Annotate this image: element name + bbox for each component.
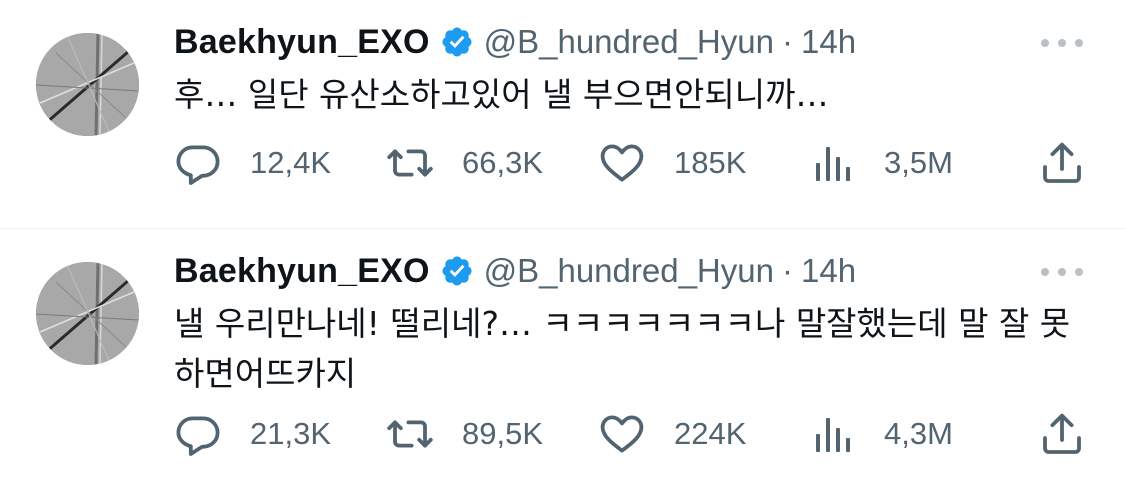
display-name[interactable]: Baekhyun_EXO xyxy=(174,252,430,291)
tweet[interactable]: Baekhyun_EXO @B_hundred_Hyun · 14h 후… 일단… xyxy=(0,0,1125,229)
tweet-header: Baekhyun_EXO @B_hundred_Hyun · 14h xyxy=(174,249,856,293)
display-name[interactable]: Baekhyun_EXO xyxy=(174,23,430,62)
reply-button[interactable]: 21,3K xyxy=(174,409,331,459)
share-upload-icon xyxy=(1038,410,1086,458)
retweet-count: 66,3K xyxy=(462,145,544,180)
user-handle[interactable]: @B_hundred_Hyun xyxy=(484,252,774,290)
reply-bubble-icon xyxy=(174,139,222,187)
avatar[interactable] xyxy=(36,33,139,136)
share-button[interactable] xyxy=(1038,409,1086,459)
verified-badge-icon xyxy=(440,254,474,288)
reply-button[interactable]: 12,4K xyxy=(174,138,331,188)
more-horizontal-icon[interactable] xyxy=(1041,267,1083,277)
heart-icon xyxy=(598,410,646,458)
view-count: 4,3M xyxy=(884,416,953,451)
action-bar: 21,3K 89,5K 224K 4,3M xyxy=(174,409,1084,459)
tweet[interactable]: Baekhyun_EXO @B_hundred_Hyun · 14h 낼 우리만… xyxy=(0,229,1125,501)
reply-count: 21,3K xyxy=(250,416,332,451)
retweet-icon xyxy=(386,139,434,187)
verified-badge-icon xyxy=(440,25,474,59)
user-handle[interactable]: @B_hundred_Hyun xyxy=(484,23,774,61)
timestamp[interactable]: 14h xyxy=(801,23,856,61)
heart-icon xyxy=(598,139,646,187)
views-button[interactable]: 3,5M xyxy=(810,138,953,188)
like-count: 224K xyxy=(674,416,747,451)
share-button[interactable] xyxy=(1038,138,1086,188)
retweet-button[interactable]: 89,5K xyxy=(386,409,543,459)
tweet-text: 낼 우리만나네! 떨리네?… ㅋㅋㅋㅋㅋㅋㅋ나 말잘했는데 말 잘 못하면어뜨카… xyxy=(174,304,1071,393)
like-button[interactable]: 185K xyxy=(598,138,746,188)
tweet-header: Baekhyun_EXO @B_hundred_Hyun · 14h xyxy=(174,20,856,64)
like-count: 185K xyxy=(674,145,747,180)
reply-bubble-icon xyxy=(174,410,222,458)
avatar[interactable] xyxy=(36,262,139,365)
retweet-button[interactable]: 66,3K xyxy=(386,138,543,188)
views-bar-chart-icon xyxy=(810,410,858,458)
view-count: 3,5M xyxy=(884,145,953,180)
retweet-count: 89,5K xyxy=(462,416,544,451)
views-bar-chart-icon xyxy=(810,139,858,187)
separator-dot: · xyxy=(781,252,793,289)
views-button[interactable]: 4,3M xyxy=(810,409,953,459)
timestamp[interactable]: 14h xyxy=(801,252,856,290)
share-upload-icon xyxy=(1038,139,1086,187)
action-bar: 12,4K 66,3K 185K 3,5M xyxy=(174,138,1084,188)
like-button[interactable]: 224K xyxy=(598,409,746,459)
tweet-text: 후… 일단 유산소하고있어 낼 부으면안되니까… xyxy=(174,75,829,114)
separator-dot: · xyxy=(781,23,793,60)
reply-count: 12,4K xyxy=(250,145,332,180)
retweet-icon xyxy=(386,410,434,458)
more-horizontal-icon[interactable] xyxy=(1041,38,1083,48)
